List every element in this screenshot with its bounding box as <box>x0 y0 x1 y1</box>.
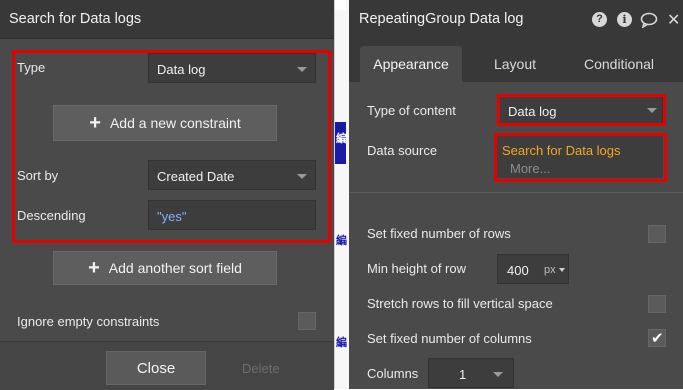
type-of-content-dropdown[interactable]: Data log <box>499 96 663 124</box>
sort-by-dropdown[interactable]: Created Date <box>148 160 316 190</box>
fixed-columns-label: Set fixed number of columns <box>367 331 532 346</box>
delete-button[interactable]: Delete <box>242 361 280 376</box>
caret-down-icon <box>297 67 307 72</box>
tab-layout[interactable]: Layout <box>478 46 552 82</box>
comment-icon[interactable] <box>640 12 658 31</box>
plus-icon: + <box>88 257 100 279</box>
add-sort-field-label: Add another sort field <box>108 260 242 276</box>
type-dropdown-value: Data log <box>157 62 206 77</box>
columns-value: 1 <box>459 367 467 382</box>
min-height-input[interactable]: 400 px <box>497 254 569 284</box>
ignore-empty-checkbox[interactable] <box>298 312 316 330</box>
descending-input[interactable]: "yes" <box>148 200 316 230</box>
min-height-value: 400 <box>507 263 529 278</box>
fixed-rows-label: Set fixed number of rows <box>367 226 511 241</box>
sort-by-dropdown-value: Created Date <box>157 169 235 184</box>
canvas-element-label: 編 <box>336 235 347 247</box>
tab-appearance[interactable]: Appearance <box>360 46 462 82</box>
caret-down-icon <box>647 108 657 113</box>
caret-down-icon <box>297 174 307 179</box>
tab-conditional[interactable]: Conditional <box>575 46 663 82</box>
close-button[interactable]: Close <box>106 351 206 385</box>
tab-conditional-label: Conditional <box>583 56 655 72</box>
descending-label: Descending <box>17 208 86 223</box>
add-constraint-label: Add a new constraint <box>109 115 241 131</box>
columns-label: Columns <box>367 366 419 381</box>
question-circle-icon[interactable]: ? <box>592 12 607 27</box>
close-icon[interactable]: ✕ <box>667 10 680 30</box>
canvas-element-label: 編 <box>336 337 347 349</box>
add-constraint-button[interactable]: + Add a new constraint <box>53 105 277 141</box>
tab-layout-label: Layout <box>493 56 537 72</box>
stretch-rows-checkbox[interactable] <box>648 295 666 313</box>
data-source-value[interactable]: Search for Data logs <box>502 143 621 158</box>
type-label: Type <box>17 60 46 75</box>
canvas-strip-top <box>335 0 346 10</box>
add-sort-field-button[interactable]: + Add another sort field <box>53 251 277 285</box>
caret-down-icon <box>493 372 503 377</box>
canvas-strip <box>334 0 349 389</box>
data-source-label: Data source <box>367 143 438 158</box>
stretch-rows-label: Stretch rows to fill vertical space <box>367 296 553 311</box>
caret-down-icon <box>559 268 565 272</box>
type-of-content-value: Data log <box>508 104 557 119</box>
property-editor-title: RepeatingGroup Data log <box>359 11 524 27</box>
tab-appearance-label: Appearance <box>373 56 449 72</box>
data-source-more[interactable]: More... <box>510 161 550 176</box>
ignore-empty-label: Ignore empty constraints <box>17 314 160 329</box>
sort-by-label: Sort by <box>17 168 59 183</box>
search-editor-title: Search for Data logs <box>9 11 142 27</box>
descending-value: "yes" <box>157 209 187 224</box>
section-divider <box>349 192 683 193</box>
checkmark-icon: ✔ <box>651 330 664 347</box>
fixed-rows-checkbox[interactable] <box>648 225 666 243</box>
type-of-content-label: Type of content <box>367 103 456 118</box>
min-height-unit: px <box>544 264 556 276</box>
plus-icon: + <box>89 112 101 134</box>
min-height-label: Min height of row <box>367 261 466 276</box>
columns-dropdown[interactable]: 1 <box>428 358 514 388</box>
info-circle-icon[interactable]: i <box>617 12 632 27</box>
fixed-columns-checkbox[interactable]: ✔ <box>648 329 666 347</box>
canvas-element-label: 編 <box>336 133 347 145</box>
type-dropdown[interactable]: Data log <box>148 53 316 83</box>
